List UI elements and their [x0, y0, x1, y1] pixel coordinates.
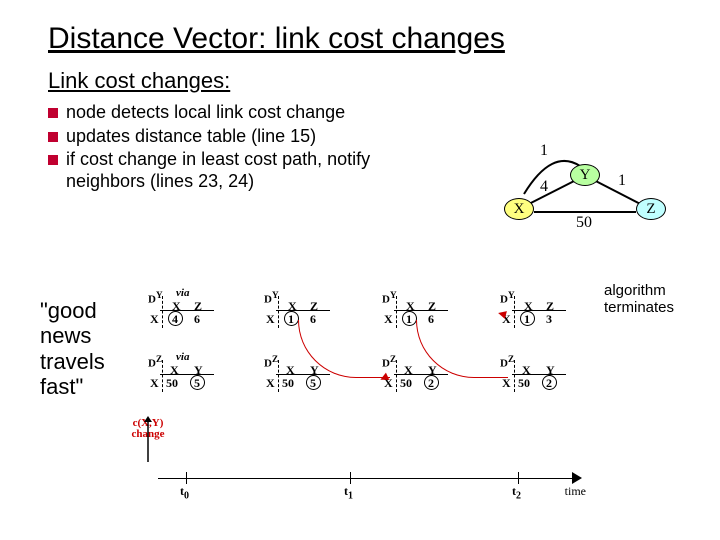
table-dz-t0: DZ via X Y X 50 5	[148, 354, 218, 396]
network-graph: X Y Z 1 4 1 50	[492, 144, 692, 264]
slide-title: Distance Vector: link cost changes	[0, 0, 720, 62]
timeline: t0 t1 t2 time	[150, 460, 590, 500]
edge-cost-yz: 1	[618, 172, 626, 190]
edge-cost-xy-new: 1	[540, 142, 548, 160]
bullet-icon	[48, 108, 58, 118]
bullet-text: if cost change in least cost path, notif…	[66, 149, 420, 192]
bullet-icon	[48, 132, 58, 142]
bullet-icon	[48, 155, 58, 165]
node-y: Y	[570, 164, 600, 186]
table-dy-t2: DY X Z X 1 3	[500, 290, 570, 332]
bullet-text: updates distance table (line 15)	[66, 126, 316, 148]
table-dz-t2: DZ X Y X 50 2	[500, 354, 570, 396]
cxy-arrow-icon	[144, 416, 174, 466]
node-x: X	[504, 198, 534, 220]
quote-text: "good news travels fast"	[40, 298, 145, 399]
edge-cost-xy-old: 4	[540, 178, 548, 196]
time-axis-label: time	[565, 484, 586, 499]
distance-tables-diagram: DY via X Z X 4 6 DZ via X Y X 50 5 DY X …	[148, 286, 596, 506]
node-z: Z	[636, 198, 666, 220]
algorithm-note: algorithm terminates	[604, 282, 714, 317]
bullet-list: node detects local link cost change upda…	[0, 98, 420, 192]
arrowhead-icon	[572, 472, 582, 484]
edge-cost-xz: 50	[576, 214, 592, 232]
table-dy-t0: DY via X Z X 4 6	[148, 290, 218, 332]
subheading: Link cost changes:	[0, 62, 720, 98]
bullet-text: node detects local link cost change	[66, 102, 345, 124]
